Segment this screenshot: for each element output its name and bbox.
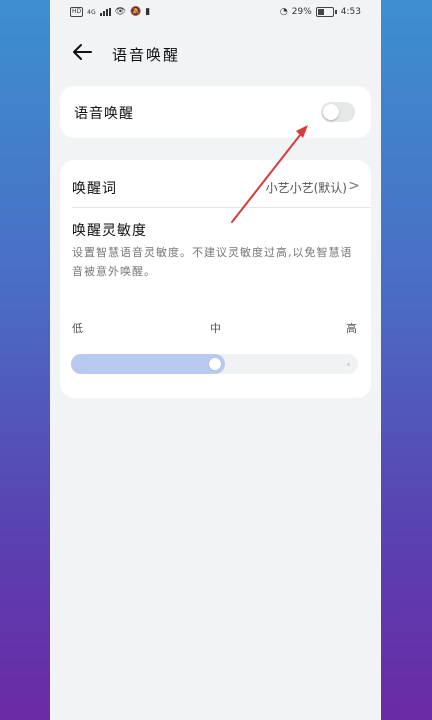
hd-icon: HD <box>70 7 84 17</box>
sensitivity-slider[interactable] <box>71 354 358 374</box>
settings-card: 唤醒词 小艺小艺(默认) > 唤醒灵敏度 设置智慧语音灵敏度。不建议灵敏度过高,… <box>60 160 371 398</box>
speedometer-icon: ◔ <box>279 7 288 17</box>
status-bar: HD 4G 👁 🔕 ▮ ◔ 29% 4:53 <box>50 0 381 26</box>
slider-fill <box>71 354 225 374</box>
wake-word-label: 唤醒词 <box>72 181 117 197</box>
sd-card-icon: ▮ <box>145 7 151 17</box>
network-type: 4G <box>87 8 96 16</box>
eye-icon: 👁 <box>114 7 127 17</box>
wake-word-row[interactable]: 唤醒词 小艺小艺(默认) > <box>60 160 371 208</box>
mute-icon: 🔕 <box>130 7 142 17</box>
battery-percent: 29% <box>291 7 312 17</box>
wake-word-value: 小艺小艺(默认) <box>265 181 347 195</box>
sensitivity-title: 唤醒灵敏度 <box>72 223 147 239</box>
chevron-right-icon: > <box>348 178 360 194</box>
scale-label-mid: 中 <box>210 322 221 335</box>
voice-wake-card: 语音唤醒 <box>60 86 371 138</box>
sensitivity-description: 设置智慧语音灵敏度。不建议灵敏度过高,以免智慧语音被意外唤醒。 <box>72 246 353 278</box>
clock: 4:53 <box>340 7 361 17</box>
divider <box>72 207 371 208</box>
toggle-knob <box>323 104 339 120</box>
page-header: 语音唤醒 <box>50 36 381 68</box>
battery-icon <box>315 7 337 17</box>
voice-wake-toggle[interactable] <box>321 102 355 122</box>
phone-screen: HD 4G 👁 🔕 ▮ ◔ 29% 4:53 语音唤醒 语音唤醒 唤醒词 小艺小… <box>50 0 381 720</box>
scale-label-high: 高 <box>346 322 357 335</box>
slider-thumb[interactable] <box>209 358 221 370</box>
scale-label-low: 低 <box>72 322 83 335</box>
page-title: 语音唤醒 <box>112 46 181 64</box>
signal-icon <box>99 8 111 16</box>
voice-wake-label: 语音唤醒 <box>74 106 134 122</box>
slider-tick-high <box>347 363 350 366</box>
back-arrow-icon[interactable] <box>70 40 94 64</box>
